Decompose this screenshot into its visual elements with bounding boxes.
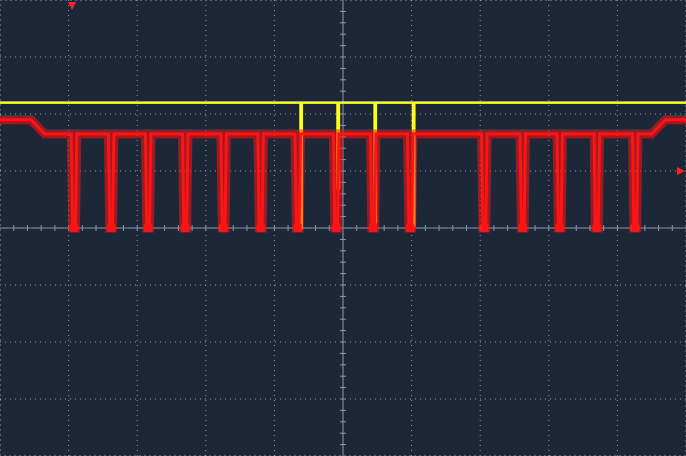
oscilloscope-display bbox=[0, 0, 686, 456]
trace-ch2-low-point bbox=[332, 224, 341, 232]
trigger-position-marker-icon bbox=[68, 2, 76, 10]
trace-ch2-low-point bbox=[631, 224, 640, 232]
trigger-level-marker-icon bbox=[677, 167, 685, 175]
trace-ch2-low-point bbox=[369, 224, 378, 232]
trace-ch2-low-point bbox=[219, 224, 228, 232]
trace-ch2-low-point bbox=[181, 224, 190, 232]
trace-ch2-low-point bbox=[293, 224, 302, 232]
trace-ch2-low-point bbox=[592, 224, 601, 232]
trace-ch2-low-point bbox=[70, 224, 79, 232]
trace-ch2-low-point bbox=[480, 224, 489, 232]
trace-ch2-low-point bbox=[555, 224, 564, 232]
trace-ch2-low-point bbox=[144, 224, 153, 232]
trace-ch2-low-point bbox=[406, 224, 415, 232]
trace-ch2-low-point bbox=[256, 224, 265, 232]
trace-ch2-low-point bbox=[107, 224, 116, 232]
trace-ch2-low-point bbox=[518, 224, 527, 232]
